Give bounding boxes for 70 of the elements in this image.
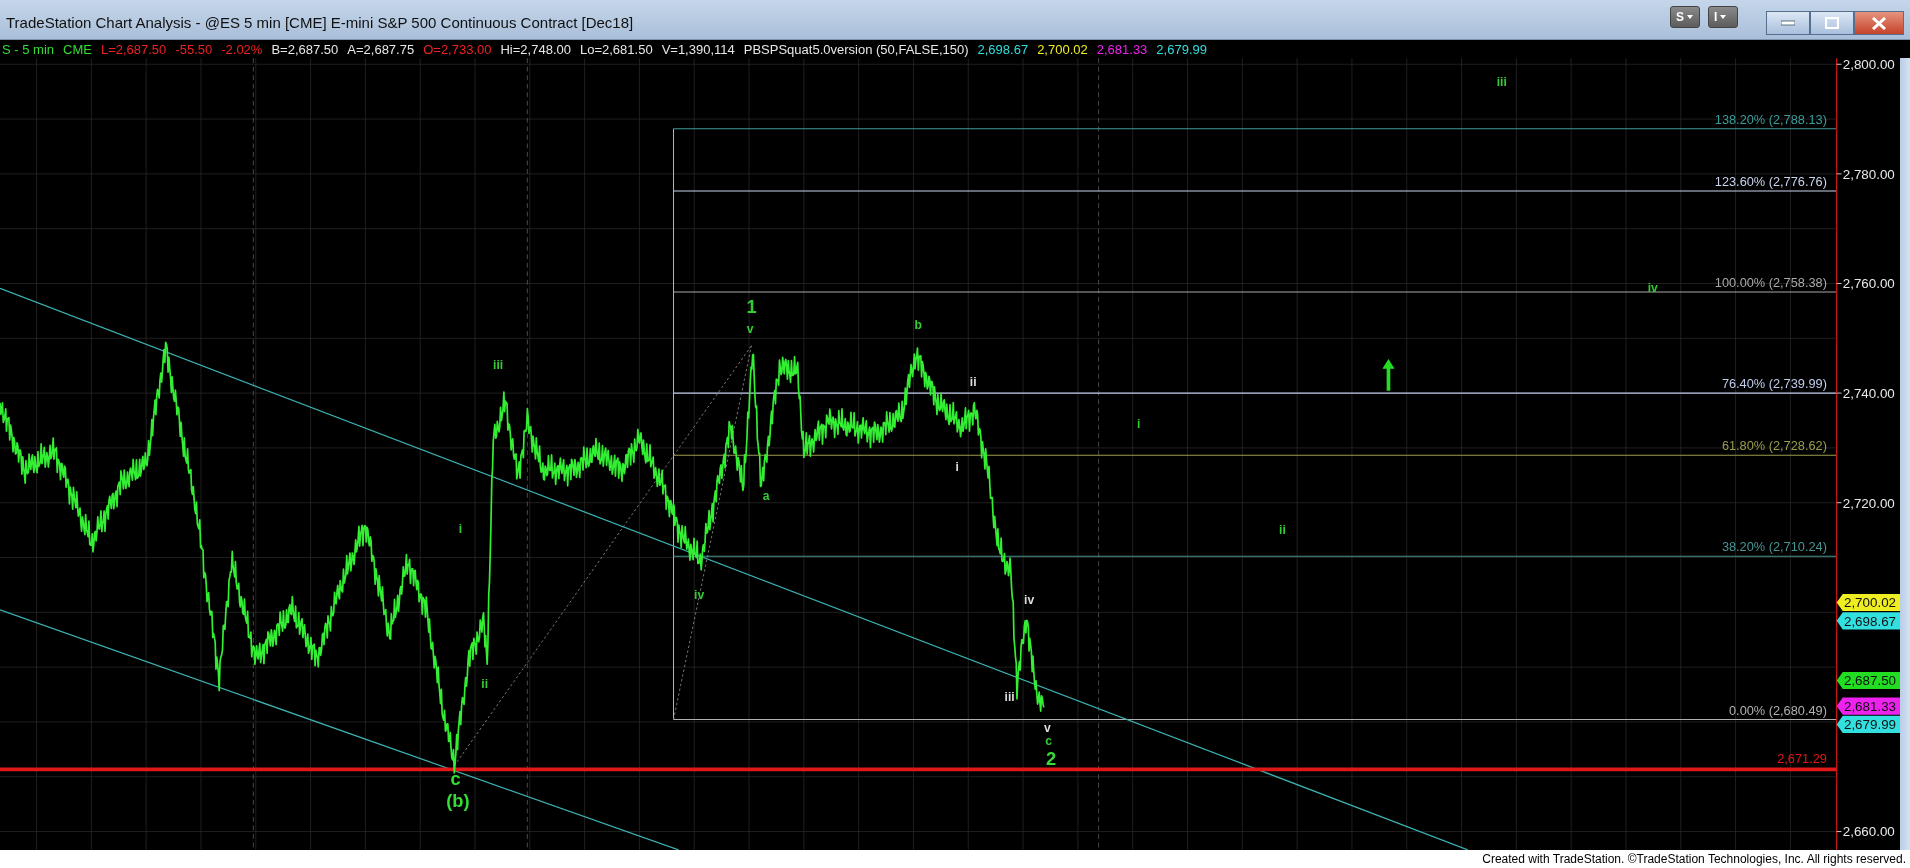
wave-label: v xyxy=(1044,720,1051,735)
wave-label: i xyxy=(955,460,959,475)
fibonacci-level-label: 76.40% (2,739.99) xyxy=(1721,376,1827,392)
price-tag-label: 2,698.67 xyxy=(1843,613,1897,629)
status-value: -2.02% xyxy=(221,41,263,57)
wave-label: ii xyxy=(1279,523,1286,538)
fibonacci-level-label: 123.60% (2,776.76) xyxy=(1714,174,1827,190)
status-value: L=2,687.50 xyxy=(100,41,167,57)
status-value: 2,679.99 xyxy=(1156,41,1207,57)
wave-label: ii xyxy=(969,374,977,389)
status-value: S - 5 min xyxy=(2,41,54,57)
fibonacci-level-label: 38.20% (2,710.24) xyxy=(1721,539,1827,555)
status-value: B=2,687.50 xyxy=(271,41,339,57)
price-axis-label: 2,760.00 xyxy=(1842,276,1895,292)
price-tag-label: 2,700.02 xyxy=(1843,595,1897,611)
menu-button[interactable]: S xyxy=(1670,6,1700,28)
status-value: O=2,733.00 xyxy=(423,41,492,57)
scrollbar[interactable] xyxy=(1900,58,1910,850)
price-axis-label: 2,780.00 xyxy=(1842,166,1895,182)
status-value: Lo=2,681.50 xyxy=(579,41,653,57)
wave-label: a xyxy=(762,489,770,504)
wave-label: i xyxy=(1137,417,1141,432)
fibonacci-level-label: 61.80% (2,728.62) xyxy=(1721,438,1827,454)
price-tag-label: 2,681.33 xyxy=(1843,699,1897,714)
maximize-icon xyxy=(1825,17,1839,29)
status-value: CME xyxy=(63,41,92,57)
status-value: 2,700.02 xyxy=(1037,41,1088,57)
wave-label: ii xyxy=(481,676,489,691)
fibonacci-level-label: 138.20% (2,788.13) xyxy=(1714,111,1827,127)
wave-label: iii xyxy=(1004,690,1015,705)
price-tag-label: 2,679.99 xyxy=(1843,717,1897,733)
menu-button[interactable]: I xyxy=(1708,6,1738,28)
wave-label: iii xyxy=(1496,75,1507,90)
close-button[interactable] xyxy=(1854,11,1904,35)
wave-label: iii xyxy=(493,357,504,372)
price-axis-label: 2,660.00 xyxy=(1842,824,1895,840)
wave-label: b xyxy=(914,317,923,332)
close-icon xyxy=(1871,16,1887,30)
wave-label: 1 xyxy=(746,295,757,317)
status-value: -55.50 xyxy=(175,41,213,57)
price-axis-label: 2,800.00 xyxy=(1842,58,1895,73)
window-title: TradeStation Chart Analysis - @ES 5 min [CME] E-mini S&P 500 Continuous Contract [Dec18] xyxy=(6,14,634,33)
wave-label: c xyxy=(450,768,461,790)
wave-label: iv xyxy=(1024,592,1035,607)
minimize-button[interactable] xyxy=(1766,11,1810,35)
wave-label: v xyxy=(746,322,754,337)
fibonacci-level-label: 100.00% (2,758.38) xyxy=(1714,275,1827,291)
status-value: 2,698.67 xyxy=(977,41,1029,57)
wave-label: iv xyxy=(1647,281,1658,295)
status-value: Hi=2,748.00 xyxy=(500,41,571,57)
caret-icon xyxy=(1720,15,1727,19)
fibonacci-level-label: 0.00% (2,680.49) xyxy=(1729,702,1827,718)
up-arrow-icon xyxy=(1382,359,1395,391)
price-axis-label: 2,720.00 xyxy=(1842,495,1895,511)
maximize-button[interactable] xyxy=(1810,11,1854,35)
price-tag-label: 2,687.50 xyxy=(1843,673,1897,689)
support-level-label: 2,671.29 xyxy=(1777,751,1827,767)
wave-label: c xyxy=(1045,734,1053,749)
status-value: PBSPSquat5.0version (50,FALSE,150) xyxy=(743,41,969,57)
copyright-text: Created with TradeStation. ©TradeStation Technologies, Inc. All rights reserved. xyxy=(1482,852,1906,866)
wave-label: (b) xyxy=(446,790,470,812)
status-value: 2,681.33 xyxy=(1096,41,1148,57)
minimize-icon xyxy=(1781,20,1795,26)
wave-label: 2 xyxy=(1046,747,1057,769)
wave-label: i xyxy=(458,522,463,537)
status-value: V=1,390,114 xyxy=(661,41,735,57)
price-axis-label: 2,740.00 xyxy=(1842,385,1895,401)
caret-icon xyxy=(1687,15,1693,19)
wave-label: iv xyxy=(694,587,705,602)
status-value: A=2,687.75 xyxy=(347,41,415,57)
